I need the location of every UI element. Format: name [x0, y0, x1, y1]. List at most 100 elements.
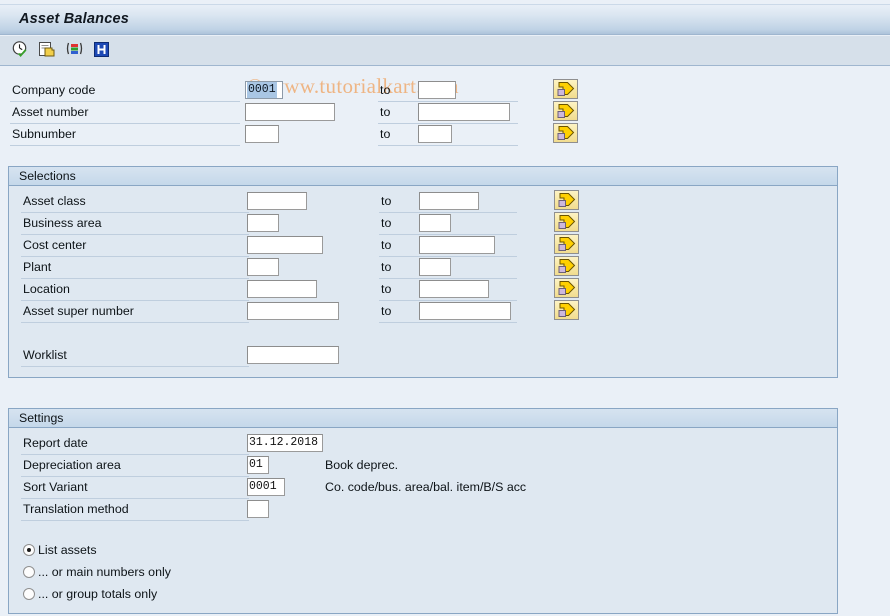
selections-group-title: Selections — [19, 169, 76, 183]
settings-group-header: Settings — [9, 409, 837, 428]
label-worklist: Worklist — [23, 348, 67, 362]
to-underline-location — [379, 300, 517, 301]
radio-or-group-totals-only-label[interactable]: ... or group totals only — [38, 587, 157, 601]
label-depreciation-area: Depreciation area — [23, 458, 121, 472]
to-underline-asset-class — [379, 212, 517, 213]
to-underline-asset-number — [378, 123, 518, 124]
note-depreciation-area: Book deprec. — [325, 458, 398, 472]
field-plant-from[interactable] — [247, 258, 279, 276]
to-underline-plant — [379, 278, 517, 279]
to-label-asset-number: to — [380, 105, 390, 119]
label-translation-method: Translation method — [23, 502, 129, 516]
multi-select-button-asset-number[interactable] — [553, 101, 578, 121]
label-asset-super-number: Asset super number — [23, 304, 134, 318]
note-sort-variant: Co. code/bus. area/bal. item/B/S acc — [325, 480, 526, 494]
field-location-from[interactable] — [247, 280, 317, 298]
field-asset-super-number-from[interactable] — [247, 302, 339, 320]
multi-select-button-plant[interactable] — [554, 256, 579, 276]
field-business-area-to[interactable] — [419, 214, 451, 232]
selections-group-header: Selections — [9, 167, 837, 186]
to-label-asset-class: to — [381, 194, 391, 208]
to-label-location: to — [381, 282, 391, 296]
radio-list-assets-button[interactable] — [23, 544, 35, 556]
field-business-area-from[interactable] — [247, 214, 279, 232]
row-underline-company-code — [10, 101, 240, 102]
radio-list-assets-label[interactable]: List assets — [38, 543, 97, 557]
row-underline-asset-super-number — [21, 322, 249, 323]
to-label-asset-super-number: to — [381, 304, 391, 318]
field-asset-number-to[interactable] — [418, 103, 510, 121]
window-title-bar: Asset Balances — [0, 4, 890, 35]
multi-select-button-cost-center[interactable] — [554, 234, 579, 254]
field-cost-center-from[interactable] — [247, 236, 323, 254]
to-underline-business-area — [379, 234, 517, 235]
page-title: Asset Balances — [19, 11, 129, 27]
multi-select-button-business-area[interactable] — [554, 212, 579, 232]
row-underline-asset-class — [21, 212, 249, 213]
settings-group-box: Settings Report date 31.12.2018 Depreciati… — [8, 408, 838, 614]
field-report-date[interactable]: 31.12.2018 — [247, 434, 323, 452]
label-report-date: Report date — [23, 436, 88, 450]
field-sort-variant[interactable]: 0001 — [247, 478, 285, 496]
copy-variant-icon[interactable] — [38, 40, 57, 59]
to-label-company-code: to — [380, 83, 390, 97]
multi-select-button-location[interactable] — [554, 278, 579, 298]
selections-group-box: Selections Asset classtoBusiness areatoC… — [8, 166, 838, 378]
field-depreciation-area[interactable]: 01 — [247, 456, 269, 474]
radio-or-main-numbers-only-button[interactable] — [23, 566, 35, 578]
field-asset-number-from[interactable] — [245, 103, 335, 121]
field-asset-class-from[interactable] — [247, 192, 307, 210]
row-underline-plant — [21, 278, 249, 279]
radio-or-group-totals-only-button[interactable] — [23, 588, 35, 600]
multi-select-button-asset-class[interactable] — [554, 190, 579, 210]
row-underline-depreciation-area — [21, 476, 249, 477]
to-label-business-area: to — [381, 216, 391, 230]
execute-clock-icon[interactable] — [11, 40, 30, 59]
label-sort-variant: Sort Variant — [23, 480, 88, 494]
field-location-to[interactable] — [419, 280, 489, 298]
row-underline-location — [21, 300, 249, 301]
field-subnumber-to[interactable] — [418, 125, 452, 143]
to-underline-asset-super-number — [379, 322, 517, 323]
sap-selection-screen: Asset Balances — [0, 0, 890, 616]
field-plant-to[interactable] — [419, 258, 451, 276]
label-location: Location — [23, 282, 70, 296]
field-cost-center-to[interactable] — [419, 236, 495, 254]
label-company-code: Company code — [12, 83, 95, 97]
field-company-code-to[interactable] — [418, 81, 456, 99]
to-underline-company-code — [378, 101, 518, 102]
to-label-plant: to — [381, 260, 391, 274]
label-cost-center: Cost center — [23, 238, 86, 252]
row-underline-worklist — [21, 366, 249, 367]
label-asset-number: Asset number — [12, 105, 88, 119]
field-translation-method[interactable] — [247, 500, 269, 518]
label-asset-class: Asset class — [23, 194, 86, 208]
settings-group-title: Settings — [19, 411, 63, 425]
info-help-icon[interactable] — [92, 40, 111, 59]
field-asset-super-number-to[interactable] — [419, 302, 511, 320]
toolbar-icon-group — [11, 40, 111, 59]
field-company-code-from[interactable]: 0001 — [245, 81, 283, 99]
radio-or-main-numbers-only-label[interactable]: ... or main numbers only — [38, 565, 171, 579]
field-company-code-from-value: 0001 — [247, 82, 277, 98]
label-plant: Plant — [23, 260, 51, 274]
to-label-subnumber: to — [380, 127, 390, 141]
multi-select-button-asset-super-number[interactable] — [554, 300, 579, 320]
field-asset-class-to[interactable] — [419, 192, 479, 210]
to-underline-subnumber — [378, 145, 518, 146]
row-underline-subnumber — [10, 145, 240, 146]
row-underline-report-date — [21, 454, 249, 455]
row-underline-sort-variant — [21, 498, 249, 499]
application-toolbar: © www.tutorialkart.com — [0, 36, 890, 66]
multi-select-button-company-code[interactable] — [553, 79, 578, 99]
field-subnumber-from[interactable] — [245, 125, 279, 143]
field-worklist[interactable] — [247, 346, 339, 364]
to-label-cost-center: to — [381, 238, 391, 252]
row-underline-asset-number — [10, 123, 240, 124]
to-underline-cost-center — [379, 256, 517, 257]
row-underline-cost-center — [21, 256, 249, 257]
colored-bars-icon[interactable] — [65, 40, 84, 59]
row-underline-translation-method — [21, 520, 249, 521]
row-underline-business-area — [21, 234, 249, 235]
multi-select-button-subnumber[interactable] — [553, 123, 578, 143]
